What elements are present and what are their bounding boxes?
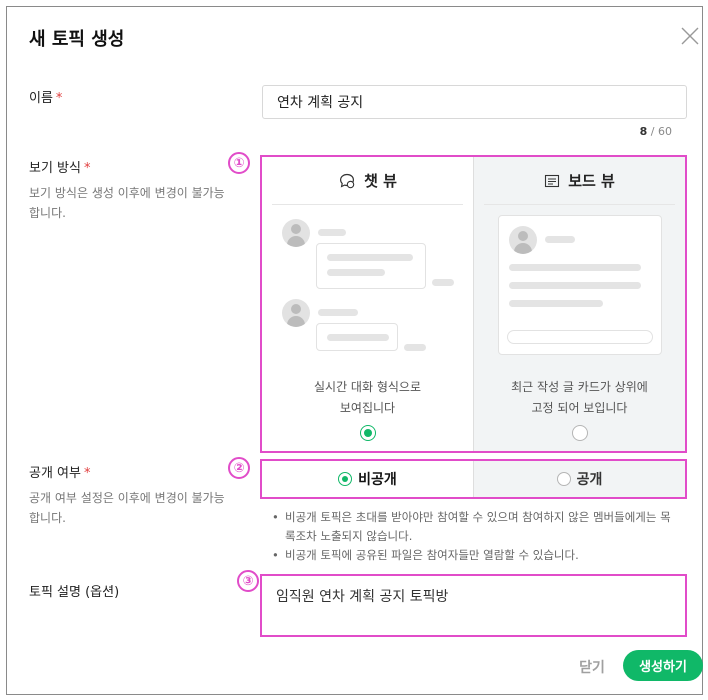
visibility-label: 공개 여부 * bbox=[29, 466, 91, 481]
topic-name-input[interactable] bbox=[262, 85, 687, 119]
annotation-marker-2: ② bbox=[228, 457, 250, 479]
board-card-placeholder bbox=[498, 215, 662, 355]
topic-description-input[interactable]: 임직원 연차 계획 공지 토픽방 bbox=[260, 574, 687, 637]
dialog-title: 새 토픽 생성 bbox=[29, 29, 125, 50]
close-icon[interactable] bbox=[679, 25, 701, 47]
avatar-placeholder bbox=[282, 299, 310, 327]
list-item: 비공개 토픽은 초대를 받아야만 참여할 수 있으며 참여하지 않은 멤버들에게… bbox=[269, 508, 679, 546]
private-option[interactable]: 비공개 bbox=[262, 461, 474, 497]
create-topic-dialog: 새 토픽 생성 이름* 8 / 60 보기 방식* 보기 방식은 생성 이후에 … bbox=[6, 6, 703, 695]
message-bubble-placeholder bbox=[316, 243, 426, 289]
view-mode-label: 보기 방식 * bbox=[29, 161, 91, 176]
view-mode-help: 보기 방식은 생성 이후에 변경이 불가능합니다. bbox=[29, 186, 225, 220]
board-view-description: 최근 작성 글 카드가 상위에 고정 되어 보입니다 bbox=[511, 380, 648, 415]
create-button[interactable]: 생성하기 bbox=[623, 650, 703, 681]
board-list-icon bbox=[545, 174, 560, 187]
description-label: 토픽 설명 (옵션) bbox=[29, 585, 120, 600]
list-item: 비공개 토픽에 공유된 파일은 참여자들만 열람할 수 있습니다. bbox=[269, 546, 679, 565]
board-view-radio[interactable] bbox=[571, 425, 588, 441]
annotation-marker-1: ① bbox=[228, 152, 250, 174]
placeholder-line bbox=[318, 229, 346, 236]
close-button[interactable]: 닫기 bbox=[569, 654, 615, 680]
message-bubble-placeholder bbox=[316, 323, 398, 351]
annotation-marker-3: ③ bbox=[237, 570, 259, 592]
view-mode-selector: 챗 뷰 실시간 대화 형식으로 보여집니다 보드 뷰 최근 작성 글 카드가 상… bbox=[260, 155, 687, 453]
name-label: 이름 * bbox=[29, 91, 63, 106]
visibility-help: 공개 여부 설정은 이후에 변경이 불가능합니다. bbox=[29, 491, 225, 525]
chat-view-option[interactable]: 챗 뷰 실시간 대화 형식으로 보여집니다 bbox=[262, 157, 474, 451]
board-view-option[interactable]: 보드 뷰 최근 작성 글 카드가 상위에 고정 되어 보입니다 bbox=[474, 157, 685, 451]
required-mark: * bbox=[83, 161, 91, 176]
required-mark: * bbox=[83, 466, 91, 481]
private-radio[interactable] bbox=[338, 472, 353, 486]
visibility-selector: 비공개 공개 bbox=[260, 459, 687, 499]
chat-view-radio[interactable] bbox=[359, 425, 376, 441]
public-option[interactable]: 공개 bbox=[474, 461, 685, 497]
placeholder-line bbox=[404, 344, 426, 351]
chat-view-description: 실시간 대화 형식으로 보여집니다 bbox=[314, 380, 421, 415]
visibility-notes: 비공개 토픽은 초대를 받아야만 참여할 수 있으며 참여하지 않은 멤버들에게… bbox=[269, 508, 679, 565]
chat-view-header: 챗 뷰 bbox=[272, 157, 463, 205]
char-counter: 8 / 60 bbox=[639, 125, 672, 138]
avatar-placeholder bbox=[509, 226, 537, 254]
public-radio[interactable] bbox=[556, 472, 571, 486]
placeholder-line bbox=[318, 309, 358, 316]
board-view-header: 보드 뷰 bbox=[484, 157, 675, 205]
placeholder-line bbox=[432, 279, 454, 286]
required-mark: * bbox=[55, 91, 63, 106]
avatar-placeholder bbox=[282, 219, 310, 247]
chat-bubble-icon bbox=[340, 173, 355, 188]
